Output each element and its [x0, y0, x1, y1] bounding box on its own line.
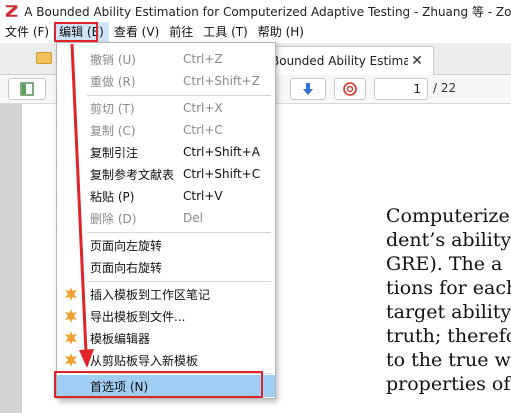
annotation-arrow	[70, 43, 94, 368]
